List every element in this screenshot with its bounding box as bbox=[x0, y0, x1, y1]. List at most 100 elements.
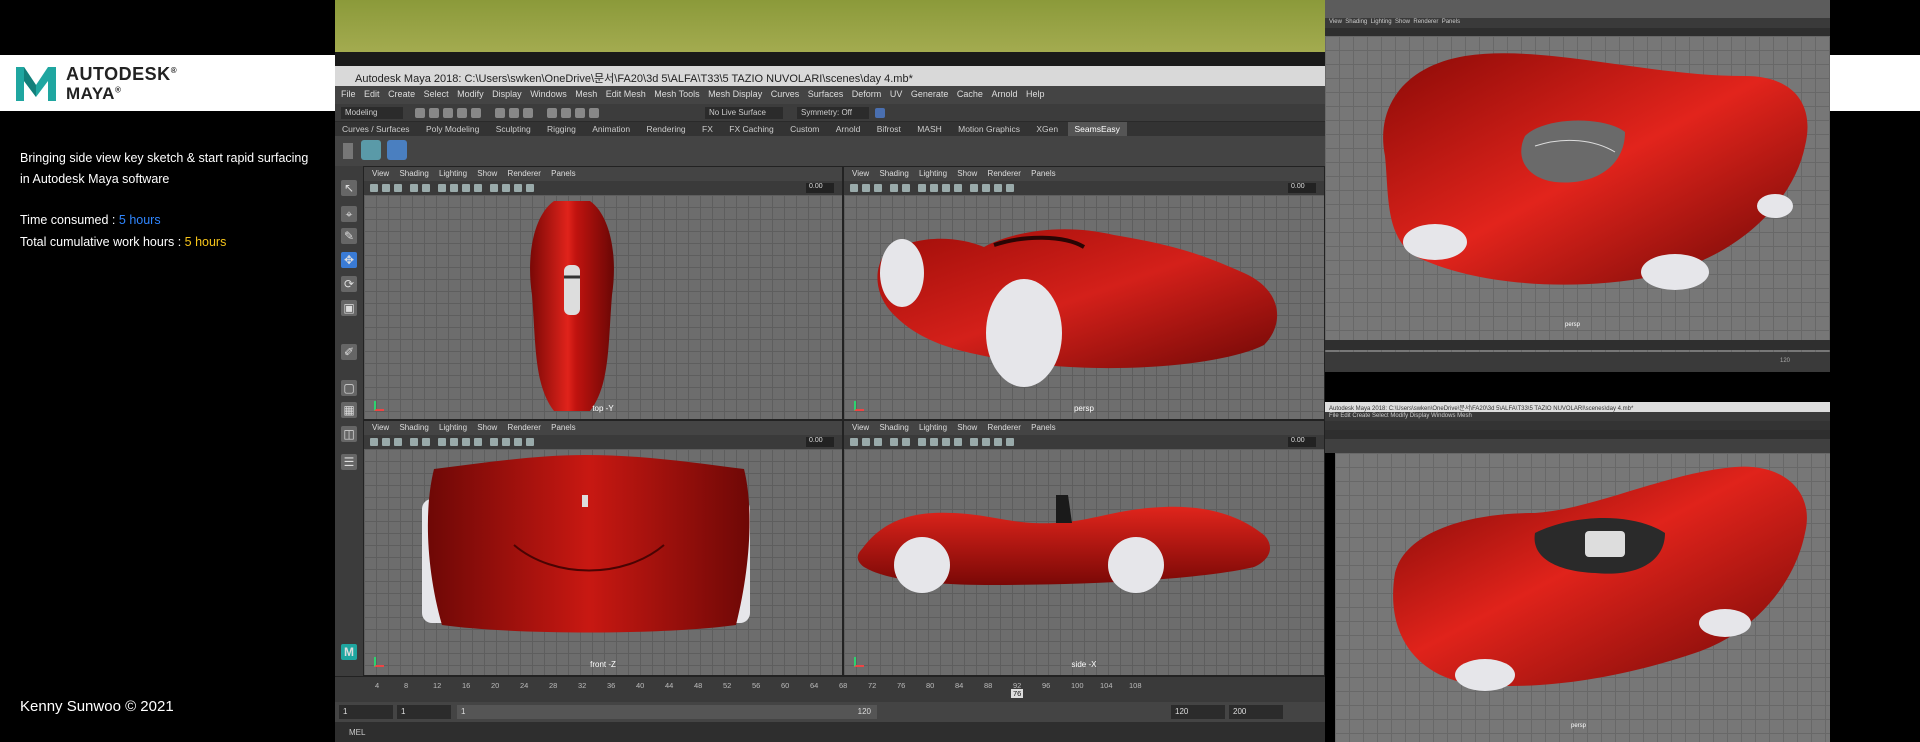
menu-surfaces[interactable]: Surfaces bbox=[802, 86, 844, 99]
vp-menu-shading[interactable]: Shading bbox=[391, 421, 428, 432]
menu-display[interactable]: Display bbox=[486, 86, 522, 99]
shelf-tab-seamseasy[interactable]: SeamsEasy bbox=[1067, 122, 1127, 136]
image-plane-icon[interactable] bbox=[874, 184, 882, 192]
select-hierarchy-icon[interactable] bbox=[495, 108, 505, 118]
snap-grid-icon[interactable] bbox=[547, 108, 557, 118]
menu-generate[interactable]: Generate bbox=[905, 86, 949, 99]
vp-menu-show[interactable]: Show bbox=[949, 167, 977, 178]
grid-toggle-icon[interactable] bbox=[890, 438, 898, 446]
undo-icon[interactable] bbox=[457, 108, 467, 118]
lights-icon[interactable] bbox=[954, 438, 962, 446]
select-object-icon[interactable] bbox=[509, 108, 519, 118]
menu-windows[interactable]: Windows bbox=[524, 86, 567, 99]
shadows-icon[interactable] bbox=[490, 184, 498, 192]
film-gate-icon[interactable] bbox=[422, 438, 430, 446]
film-gate-icon[interactable] bbox=[902, 438, 910, 446]
shelf-tab-fx[interactable]: FX bbox=[695, 122, 720, 136]
vp-menu-renderer[interactable]: Renderer bbox=[980, 421, 1021, 432]
grid-toggle-icon[interactable] bbox=[410, 184, 418, 192]
camera-icon[interactable] bbox=[875, 108, 885, 118]
single-layout-icon[interactable]: ▢ bbox=[341, 380, 357, 396]
vp-menu-shading[interactable]: Shading bbox=[871, 421, 908, 432]
ambient-occlusion-icon[interactable] bbox=[502, 184, 510, 192]
viewport-front[interactable]: View Shading Lighting Show Renderer Pane… bbox=[363, 420, 843, 676]
unfold-tool-icon[interactable] bbox=[387, 140, 407, 160]
menu-cache[interactable]: Cache bbox=[951, 86, 983, 99]
textured-icon[interactable] bbox=[462, 438, 470, 446]
ambient-occlusion-icon[interactable] bbox=[502, 438, 510, 446]
lights-icon[interactable] bbox=[954, 184, 962, 192]
shelf-tab-motion-graphics[interactable]: Motion Graphics bbox=[951, 122, 1027, 136]
vp-menu-panels[interactable]: Panels bbox=[543, 421, 575, 432]
isolate-icon[interactable] bbox=[994, 184, 1002, 192]
exposure-field[interactable]: 0.00 bbox=[1288, 437, 1316, 447]
vp-menu-view[interactable]: View bbox=[844, 421, 869, 432]
ambient-occlusion-icon[interactable] bbox=[982, 438, 990, 446]
scale-tool-icon[interactable]: ▣ bbox=[341, 300, 357, 316]
shelf-tab-animation[interactable]: Animation bbox=[585, 122, 637, 136]
menu-mesh[interactable]: Mesh bbox=[569, 86, 597, 99]
live-surface-field[interactable]: No Live Surface bbox=[705, 107, 783, 119]
command-line[interactable]: MEL bbox=[335, 722, 1325, 742]
select-component-icon[interactable] bbox=[523, 108, 533, 118]
time-slider[interactable]: 4 8 12 16 20 24 28 32 36 40 44 48 52 56 … bbox=[335, 676, 1325, 702]
viewport-canvas[interactable]: persp bbox=[844, 195, 1324, 419]
move-tool-icon[interactable]: ✥ bbox=[341, 252, 357, 268]
rotate-tool-icon[interactable]: ⟳ bbox=[341, 276, 357, 292]
viewport-canvas[interactable]: top -Y bbox=[364, 195, 842, 419]
bookmark-icon[interactable] bbox=[382, 438, 390, 446]
image-plane-icon[interactable] bbox=[394, 438, 402, 446]
bookmark-icon[interactable] bbox=[862, 184, 870, 192]
end-time-field[interactable]: 200 bbox=[1229, 705, 1283, 719]
playback-start-field[interactable]: 1 bbox=[397, 705, 451, 719]
viewport-side[interactable]: View Shading Lighting Show Renderer Pane… bbox=[843, 420, 1325, 676]
mode-selector[interactable]: Modeling bbox=[341, 107, 403, 119]
vp-menu-show[interactable]: Show bbox=[469, 167, 497, 178]
bookmark-icon[interactable] bbox=[382, 184, 390, 192]
film-gate-icon[interactable] bbox=[422, 184, 430, 192]
shelf-tab-curves-surfaces[interactable]: Curves / Surfaces bbox=[335, 122, 417, 136]
shelf-tab-mash[interactable]: MASH bbox=[910, 122, 949, 136]
smooth-shade-icon[interactable] bbox=[450, 184, 458, 192]
vp-menu-renderer[interactable]: Renderer bbox=[500, 421, 541, 432]
vp-menu-lighting[interactable]: Lighting bbox=[911, 167, 947, 178]
menu-help[interactable]: Help bbox=[1020, 86, 1045, 99]
shelf-tab-rendering[interactable]: Rendering bbox=[639, 122, 692, 136]
vp-menu-lighting[interactable]: Lighting bbox=[911, 421, 947, 432]
bookmark-icon[interactable] bbox=[862, 438, 870, 446]
shelf-tab-bifrost[interactable]: Bifrost bbox=[870, 122, 908, 136]
exposure-field[interactable]: 0.00 bbox=[806, 183, 834, 193]
exposure-field[interactable]: 0.00 bbox=[1288, 183, 1316, 193]
film-gate-icon[interactable] bbox=[902, 184, 910, 192]
side-by-side-layout-icon[interactable]: ◫ bbox=[341, 426, 357, 442]
camera-attr-icon[interactable] bbox=[370, 438, 378, 446]
camera-attr-icon[interactable] bbox=[370, 184, 378, 192]
viewport-top[interactable]: View Shading Lighting Show Renderer Pane… bbox=[363, 166, 843, 420]
playback-end-field[interactable]: 120 bbox=[1171, 705, 1225, 719]
lights-icon[interactable] bbox=[474, 438, 482, 446]
lasso-tool-icon[interactable]: ⌖ bbox=[341, 206, 357, 222]
vp-menu-panels[interactable]: Panels bbox=[543, 167, 575, 178]
shelf-tab-custom[interactable]: Custom bbox=[783, 122, 826, 136]
smooth-shade-icon[interactable] bbox=[930, 184, 938, 192]
shadows-icon[interactable] bbox=[490, 438, 498, 446]
smooth-shade-icon[interactable] bbox=[450, 438, 458, 446]
vp-menu-panels[interactable]: Panels bbox=[1023, 167, 1055, 178]
vp-menu-view[interactable]: View bbox=[364, 421, 389, 432]
open-scene-icon[interactable] bbox=[429, 108, 439, 118]
command-language-label[interactable]: MEL bbox=[349, 728, 365, 737]
menu-uv[interactable]: UV bbox=[884, 86, 903, 99]
isolate-icon[interactable] bbox=[514, 184, 522, 192]
shelf-options-icon[interactable] bbox=[343, 143, 353, 159]
xray-icon[interactable] bbox=[1006, 184, 1014, 192]
menu-mesh-tools[interactable]: Mesh Tools bbox=[648, 86, 699, 99]
menu-curves[interactable]: Curves bbox=[765, 86, 800, 99]
isolate-icon[interactable] bbox=[514, 438, 522, 446]
menu-modify[interactable]: Modify bbox=[451, 86, 484, 99]
save-scene-icon[interactable] bbox=[443, 108, 453, 118]
paint-select-tool-icon[interactable]: ✎ bbox=[341, 228, 357, 244]
xray-icon[interactable] bbox=[1006, 438, 1014, 446]
vp-menu-shading[interactable]: Shading bbox=[871, 167, 908, 178]
viewport-canvas[interactable]: side -X bbox=[844, 449, 1324, 675]
textured-icon[interactable] bbox=[942, 438, 950, 446]
